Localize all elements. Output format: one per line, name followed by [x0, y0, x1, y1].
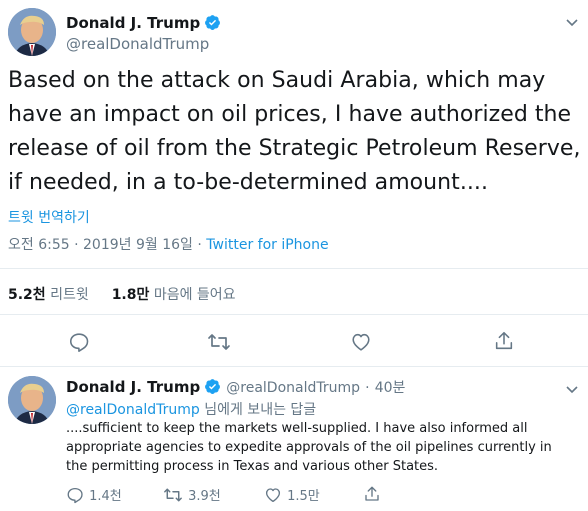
author-name[interactable]: Donald J. Trump	[66, 14, 221, 32]
likes-label: 마음에 들어요	[153, 287, 236, 303]
replying-to: @realDonaldTrump 님에게 보내는 답글	[66, 399, 316, 419]
likes-count: 1.8만	[111, 287, 150, 303]
share-icon	[495, 331, 513, 350]
meta-separator: ·	[197, 237, 202, 253]
reply-avatar[interactable]	[8, 376, 56, 424]
author-handle[interactable]: @realDonaldTrump	[66, 35, 209, 53]
tweet-date[interactable]: 2019년 9월 16일	[83, 237, 193, 253]
retweets-count: 5.2천	[8, 287, 46, 303]
reply-text: ....sufficient to keep the markets well-…	[66, 421, 552, 474]
reply-button[interactable]	[68, 331, 90, 357]
heart-icon	[352, 333, 370, 351]
divider	[0, 314, 588, 315]
divider	[0, 366, 588, 367]
tweet-timestamp: 오전 6:55 · 2019년 9월 16일 · Twitter for iPh…	[8, 234, 329, 254]
reply-retweet-button[interactable]: 3.9천	[163, 485, 221, 504]
like-button[interactable]	[350, 331, 372, 357]
verified-icon	[205, 379, 221, 394]
tweet-text: Based on the attack on Saudi Arabia, whi…	[8, 68, 581, 195]
divider	[0, 268, 588, 269]
retweet-icon	[208, 334, 230, 350]
reply-header: Donald J. Trump @realDonaldTrump · 40분	[66, 377, 405, 397]
replying-to-suffix: 님에게 보내는 답글	[204, 402, 317, 418]
meta-separator: ·	[74, 237, 79, 253]
like-count: 1.5만	[287, 489, 320, 504]
more-options-chevron-icon[interactable]	[565, 14, 579, 33]
reply-reply-button[interactable]: 1.4천	[66, 485, 122, 504]
retweet-button[interactable]	[207, 331, 231, 357]
share-icon	[365, 486, 379, 501]
tweet-time[interactable]: 오전 6:55	[8, 237, 70, 253]
retweet-count: 3.9천	[188, 489, 221, 504]
reply-icon	[69, 333, 89, 352]
verified-icon	[205, 15, 221, 30]
meta-separator: ·	[365, 380, 370, 396]
reply-icon	[67, 487, 83, 504]
reply-time[interactable]: 40분	[375, 380, 406, 396]
tweet-client-link[interactable]: Twitter for iPhone	[206, 237, 328, 253]
retweet-icon	[164, 488, 182, 502]
reply-author-handle[interactable]: @realDonaldTrump	[226, 380, 360, 396]
reply-author-name[interactable]: Donald J. Trump	[66, 378, 200, 396]
tweet-stats: 5.2천 리트윗 1.8만 마음에 들어요	[8, 284, 236, 304]
reply-like-button[interactable]: 1.5만	[264, 485, 320, 504]
author-name-text[interactable]: Donald J. Trump	[66, 14, 200, 32]
translate-tweet-link[interactable]: 트윗 번역하기	[8, 207, 90, 227]
heart-icon	[265, 488, 281, 503]
avatar[interactable]	[8, 8, 56, 56]
retweets-label: 리트윗	[50, 287, 89, 303]
likes-stat[interactable]: 1.8만 마음에 들어요	[112, 287, 236, 303]
replying-to-mention[interactable]: @realDonaldTrump	[66, 402, 200, 418]
reply-count: 1.4천	[89, 489, 122, 504]
retweets-stat[interactable]: 5.2천 리트윗	[8, 287, 89, 303]
reply-share-button[interactable]	[363, 485, 381, 507]
share-button[interactable]	[493, 330, 515, 356]
reply-more-options-chevron-icon[interactable]	[565, 381, 579, 400]
